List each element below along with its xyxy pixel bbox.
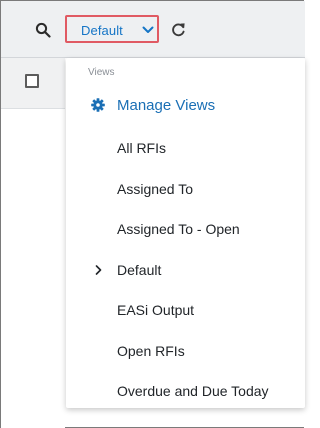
menu-item-open-rfis[interactable]: Open RFIs — [66, 333, 305, 369]
menu-item-assigned-to-open[interactable]: Assigned To - Open — [66, 211, 305, 247]
menu-item-label: Default — [117, 262, 162, 278]
gear-icon — [91, 98, 105, 112]
table-header-cell — [1, 58, 65, 109]
menu-item-overdue-and-due-today[interactable]: Overdue and Due Today — [66, 373, 305, 409]
chevron-down-icon — [142, 26, 154, 33]
search-button[interactable] — [34, 21, 52, 39]
views-dropdown-menu: Views Manage Views All RFIs Assigned To … — [66, 58, 305, 408]
menu-item-default[interactable]: Default — [66, 252, 305, 288]
refresh-icon — [172, 23, 185, 37]
menu-item-label: Manage Views — [117, 97, 216, 114]
menu-item-label: Assigned To — [117, 181, 194, 197]
chevron-right-icon — [95, 265, 102, 275]
view-select-dropdown[interactable]: Default — [65, 15, 159, 43]
menu-item-label: Assigned To - Open — [117, 221, 240, 237]
menu-item-label: Overdue and Due Today — [117, 383, 269, 399]
menu-item-manage-views[interactable]: Manage Views — [66, 88, 305, 124]
menu-item-all-rfis[interactable]: All RFIs — [66, 130, 305, 166]
refresh-button[interactable] — [170, 21, 187, 38]
menu-item-label: EASi Output — [117, 302, 195, 318]
search-icon — [35, 22, 51, 38]
table-column — [1, 58, 65, 428]
menu-item-assigned-to[interactable]: Assigned To — [66, 171, 305, 207]
toolbar: Default — [1, 1, 305, 58]
menu-section-header: Views — [88, 67, 115, 78]
menu-item-label: Open RFIs — [117, 343, 185, 359]
menu-item-label: All RFIs — [117, 140, 166, 156]
select-all-checkbox[interactable] — [25, 74, 39, 88]
menu-item-easi-output[interactable]: EASi Output — [66, 292, 305, 328]
view-select-label: Default — [81, 23, 123, 38]
app-frame: Default Views Manage Views All RFIs Assi… — [0, 0, 305, 428]
